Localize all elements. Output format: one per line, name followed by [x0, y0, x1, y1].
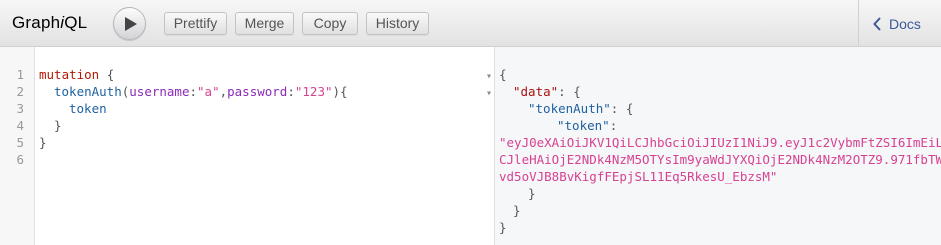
fold-arrow-icon[interactable]: ▾ — [486, 71, 492, 82]
code-line-4: } — [54, 118, 62, 133]
result-line-2: "data": { — [513, 84, 581, 99]
token-value-line-3: vd5oVJB8BvKigfFEpjSL11Eq5RkesU_EbzsM" — [499, 169, 778, 184]
result-close-brace: } — [499, 220, 507, 235]
result-line-1: { — [499, 67, 507, 82]
json-key: "token" — [557, 118, 610, 133]
code-line-5: } — [39, 135, 47, 150]
field-name: tokenAuth — [54, 84, 122, 99]
token-value-line-2: CJleHAiOjE2NDk4NzM5OTYsIm9yaWdJYXQiOjE2N… — [499, 152, 941, 167]
docs-explorer-toggle-area: Docs — [858, 0, 941, 47]
history-button[interactable]: History — [366, 12, 429, 35]
line-number: 6 — [16, 152, 24, 167]
result-line-4: "token": — [557, 118, 618, 133]
docs-label: Docs — [889, 16, 921, 32]
mutation-keyword: mutation — [39, 67, 100, 82]
line-number: 2 — [16, 84, 24, 99]
line-number-gutter: 1 2 3 4 5 6 — [0, 47, 35, 245]
subfield-name: token — [69, 101, 107, 116]
line-number: 1 — [16, 67, 24, 82]
token-value-line-1: "eyJ0eXAiOiJKV1QiLCJhbGciOiJIUzI1NiJ9.ey… — [499, 135, 941, 150]
merge-button[interactable]: Merge — [235, 12, 294, 35]
result-close-brace: } — [513, 203, 521, 218]
play-icon — [124, 16, 137, 31]
json-key: "tokenAuth" — [528, 101, 611, 116]
code-line-3: token — [69, 100, 107, 117]
code-line-1: mutation { — [39, 67, 115, 82]
result-viewer: ▾ ▾ { "data": { "tokenAuth": { "token": … — [486, 47, 941, 245]
argument-value: "123" — [294, 84, 333, 99]
line-number: 4 — [16, 118, 24, 133]
code-line-2: tokenAuth(username:"a",password:"123"){ — [54, 84, 348, 99]
graphiql-logo: GraphiQL — [12, 13, 88, 32]
toolbar: GraphiQL Prettify Merge Copy History Doc… — [0, 0, 941, 47]
line-number: 3 — [16, 101, 24, 116]
docs-button[interactable]: Docs — [873, 15, 921, 33]
argument-value: "a" — [197, 84, 220, 99]
line-number: 5 — [16, 135, 24, 150]
result-line-3: "tokenAuth": { — [528, 101, 634, 116]
result-close-brace: } — [528, 186, 536, 201]
chevron-left-icon — [873, 17, 881, 31]
argument-name: username — [129, 84, 190, 99]
argument-name: password — [227, 84, 288, 99]
execute-query-button[interactable] — [113, 7, 146, 40]
query-editor[interactable]: 1 2 3 4 5 6 mutation { tokenAuth(usernam… — [0, 47, 495, 245]
json-key: "data" — [513, 84, 559, 99]
prettify-button[interactable]: Prettify — [164, 12, 227, 35]
copy-button[interactable]: Copy — [302, 12, 358, 35]
fold-arrow-icon[interactable]: ▾ — [486, 88, 492, 99]
